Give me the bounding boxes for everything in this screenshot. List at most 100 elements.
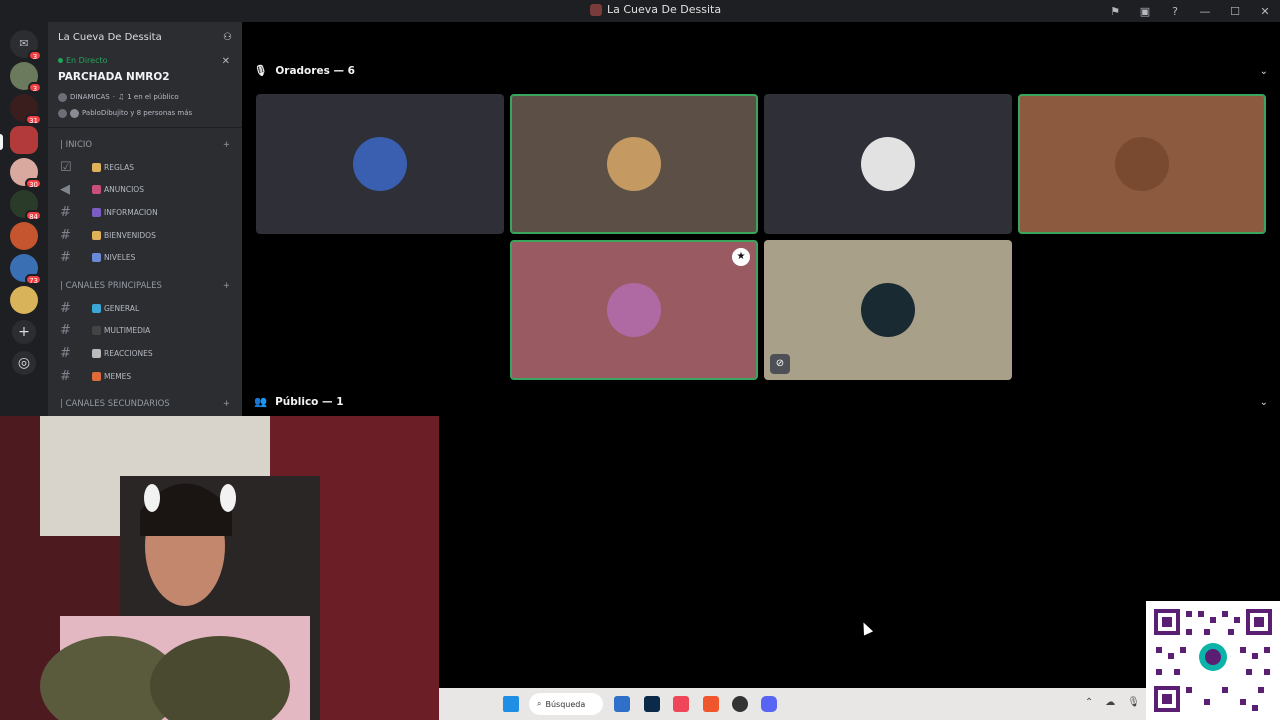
help-icon[interactable]: ? — [1160, 5, 1190, 18]
server-icon[interactable]: 73 — [10, 254, 42, 285]
obs-icon[interactable] — [732, 696, 748, 712]
speakers-header[interactable]: 🎙 Oradores — 6 — [254, 64, 355, 78]
speaker-tile[interactable] — [764, 94, 1012, 234]
avatar — [607, 283, 661, 337]
direct-messages-icon[interactable]: ✉ 3 — [10, 30, 42, 61]
live-stage-card[interactable]: En Directo ✕ PARCHADA NMRO2 DINAMICAS · … — [48, 52, 242, 128]
server-header[interactable]: La Cueva De Dessita ⚇ — [48, 22, 242, 52]
rules-icon: ☑ — [60, 159, 72, 175]
file-explorer-icon[interactable] — [614, 696, 630, 712]
audience-header[interactable]: 👥 Público — 1 — [254, 395, 344, 409]
avatar — [607, 137, 661, 191]
server-icon[interactable]: 84 — [10, 190, 42, 221]
channel-emoji-icon — [92, 207, 101, 217]
add-channel-icon[interactable]: + — [223, 399, 230, 409]
search-icon: ⌕ — [537, 699, 542, 708]
channel-emoji-icon — [92, 230, 101, 240]
channel-item[interactable]: # GENERAL — [48, 297, 242, 320]
add-channel-icon[interactable]: + — [223, 140, 230, 150]
channel-item[interactable]: ☑ REGLAS — [48, 156, 242, 179]
add-server-icon[interactable]: + — [12, 320, 36, 344]
active-server-indicator — [0, 134, 3, 150]
add-channel-icon[interactable]: + — [223, 281, 230, 291]
people-icon: 👥 — [254, 396, 268, 408]
server-icon[interactable]: 31 — [10, 94, 42, 125]
server-icon[interactable]: 3 — [10, 62, 42, 93]
server-icon[interactable]: 30 — [10, 158, 42, 189]
avatar — [861, 283, 915, 337]
maximize-button[interactable]: ☐ — [1220, 5, 1250, 18]
server-icon-active[interactable] — [10, 126, 38, 154]
channel-emoji-icon — [92, 303, 101, 313]
chevron-down-icon[interactable]: ⌄ — [1260, 397, 1268, 408]
channel-item[interactable]: # NIVELES — [48, 246, 242, 269]
hash-icon: # — [60, 250, 71, 266]
stage-title: PARCHADA NMRO2 — [58, 71, 170, 83]
speakers-summary: PabloDibujito y 8 personas más — [82, 109, 193, 117]
channel-item[interactable]: # MULTIMEDIA — [48, 320, 242, 343]
close-button[interactable]: ✕ — [1250, 5, 1280, 18]
qr-code-image — [1152, 607, 1274, 714]
speaker-tile[interactable]: ★ — [510, 240, 758, 380]
chevron-down-icon[interactable]: ⌄ — [1260, 66, 1268, 77]
mouse-cursor — [858, 620, 874, 636]
cloud-icon[interactable]: ☁ — [1105, 697, 1115, 708]
discover-icon[interactable]: ◎ — [12, 351, 36, 375]
close-icon[interactable]: ✕ — [222, 56, 230, 67]
megaphone-icon: ◀ — [60, 182, 70, 198]
speaker-tile[interactable] — [1018, 94, 1266, 234]
hash-icon: # — [60, 323, 71, 339]
headphones-icon: ♫ — [117, 93, 125, 101]
server-rail: ✉ 3 3 31 30 84 73 + ◎ — [0, 22, 48, 416]
brave-icon[interactable] — [703, 696, 719, 712]
speaker-tile[interactable] — [256, 94, 504, 234]
screen-icon[interactable]: ▣ — [1130, 5, 1160, 18]
muted-mic-icon: ⊘ — [770, 354, 790, 374]
stage-category: DINAMICAS — [70, 93, 110, 101]
discord-icon[interactable] — [761, 696, 777, 712]
title-bar: La Cueva De Dessita ⚑ ▣ ? — ☐ ✕ — [0, 0, 1280, 22]
windows-start-icon[interactable] — [503, 696, 519, 712]
microphone-icon[interactable]: 🎙 — [1127, 697, 1140, 708]
webcam-image — [0, 416, 439, 720]
server-icon[interactable] — [10, 286, 38, 314]
minimize-button[interactable]: — — [1190, 5, 1220, 18]
photoshop-icon[interactable] — [644, 696, 660, 712]
speaker-tile[interactable] — [510, 94, 758, 234]
unread-badge: 3 — [28, 82, 42, 93]
chevron-up-icon[interactable]: ⌃ — [1085, 697, 1093, 708]
avatar — [58, 108, 67, 118]
category-header[interactable]: | INICIO + — [48, 134, 242, 156]
channel-emoji-icon — [92, 162, 101, 172]
hash-icon: # — [60, 204, 71, 220]
server-icon — [590, 3, 602, 16]
channel-emoji-icon — [92, 348, 101, 358]
inbox-icon[interactable]: ⚑ — [1100, 5, 1130, 18]
channel-item[interactable]: # BIENVENIDOS — [48, 224, 242, 247]
channel-item[interactable]: ◀ ANUNCIOS — [48, 179, 242, 202]
channel-item[interactable]: # MEMES — [48, 365, 242, 388]
channel-item[interactable]: # INFORMACION — [48, 201, 242, 224]
channel-emoji-icon — [92, 185, 101, 195]
add-member-icon[interactable]: ⚇ — [223, 32, 232, 43]
stage-view: 🎙 Oradores — 6 ⌄ ★ ⊘ 👥 Público — 1 ⌄ — [242, 22, 1280, 416]
channel-item[interactable]: # REACCIONES — [48, 342, 242, 365]
unread-badge: 84 — [25, 210, 42, 221]
music-icon[interactable] — [673, 696, 689, 712]
channel-sidebar: La Cueva De Dessita ⚇ En Directo ✕ PARCH… — [48, 22, 242, 416]
avatar — [353, 137, 407, 191]
hash-icon: # — [60, 300, 71, 316]
category-header[interactable]: | CANALES SECUNDARIOS + — [48, 393, 242, 415]
window-title: La Cueva De Dessita — [590, 3, 721, 16]
avatar — [861, 137, 915, 191]
moderator-badge-icon: ★ — [732, 248, 750, 266]
taskbar-search[interactable]: ⌕ Búsqueda — [529, 693, 603, 715]
hash-icon: # — [60, 345, 71, 361]
speaker-tile[interactable]: ⊘ — [764, 240, 1012, 380]
hash-icon: # — [60, 227, 71, 243]
server-icon[interactable] — [10, 222, 38, 250]
live-status: En Directo — [58, 56, 232, 65]
unread-badge: 3 — [28, 50, 42, 61]
hash-icon: # — [60, 368, 71, 384]
category-header[interactable]: | CANALES PRINCIPALES + — [48, 275, 242, 297]
